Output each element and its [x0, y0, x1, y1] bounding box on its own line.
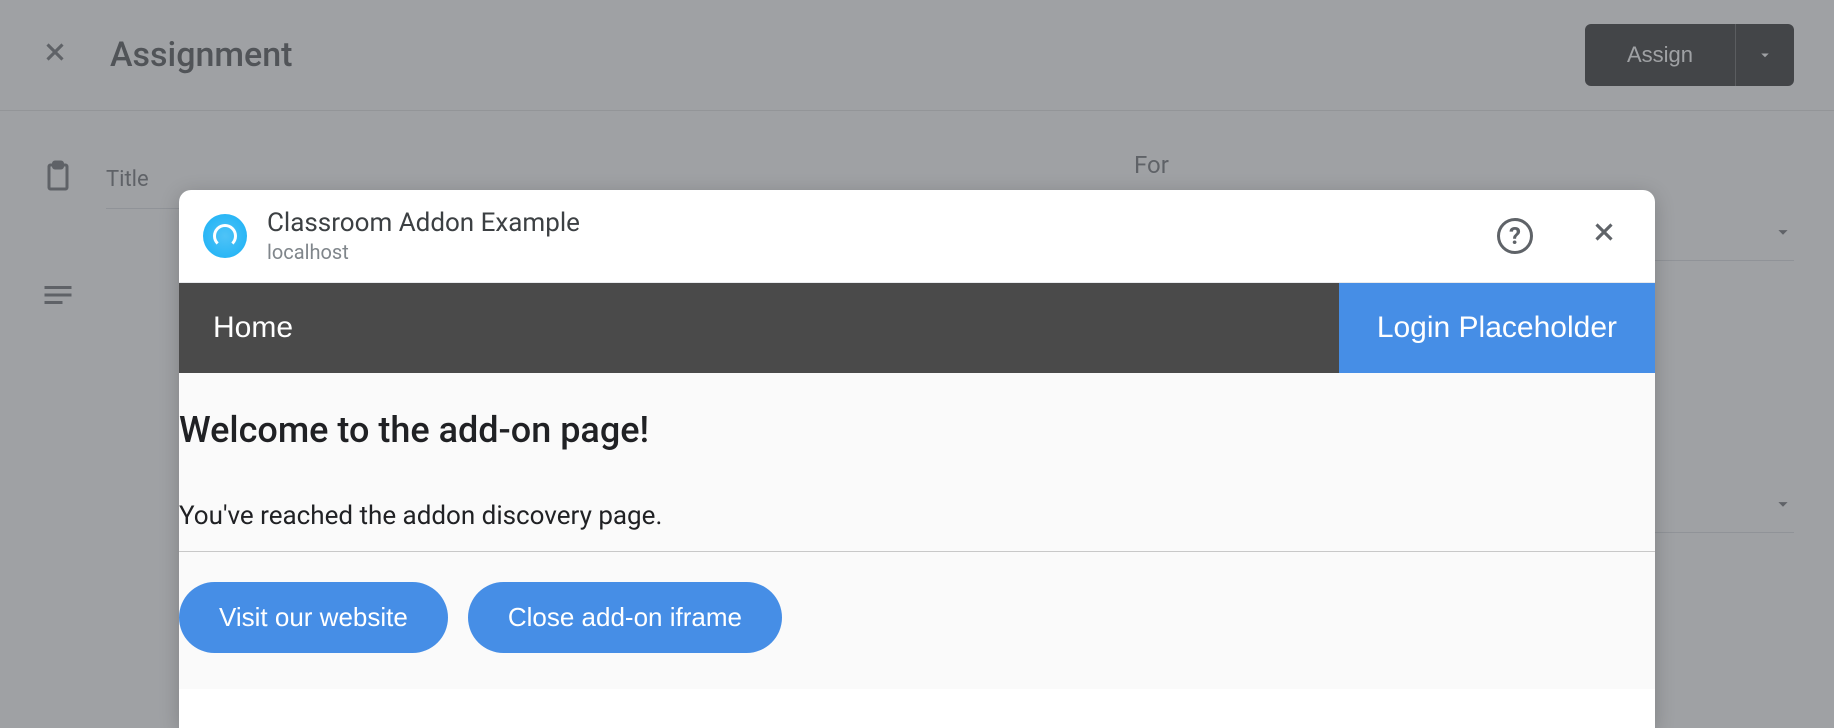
- addon-origin: localhost: [267, 240, 580, 264]
- nav-home-button[interactable]: Home: [179, 283, 1339, 373]
- addon-body: Home Login Placeholder Welcome to the ad…: [179, 283, 1655, 689]
- addon-name: Classroom Addon Example: [267, 208, 580, 238]
- dialog-header-left: Classroom Addon Example localhost: [203, 208, 580, 264]
- addon-icon: [203, 214, 247, 258]
- close-iframe-button[interactable]: Close add-on iframe: [468, 582, 782, 653]
- visit-website-button[interactable]: Visit our website: [179, 582, 448, 653]
- dialog-header: Classroom Addon Example localhost ?: [179, 190, 1655, 283]
- dialog-close-icon[interactable]: [1589, 217, 1619, 255]
- addon-titles: Classroom Addon Example localhost: [267, 208, 580, 264]
- nav-login-button[interactable]: Login Placeholder: [1339, 283, 1655, 373]
- welcome-heading: Welcome to the add-on page!: [179, 409, 1655, 451]
- dialog-header-right: ?: [1497, 217, 1619, 255]
- addon-nav: Home Login Placeholder: [179, 283, 1655, 373]
- addon-content: Welcome to the add-on page! You've reach…: [179, 373, 1655, 689]
- help-icon[interactable]: ?: [1497, 218, 1533, 254]
- addon-button-row: Visit our website Close add-on iframe: [179, 582, 1655, 653]
- discovery-text: You've reached the addon discovery page.: [179, 501, 1655, 552]
- addon-dialog: Classroom Addon Example localhost ? Home…: [179, 190, 1655, 728]
